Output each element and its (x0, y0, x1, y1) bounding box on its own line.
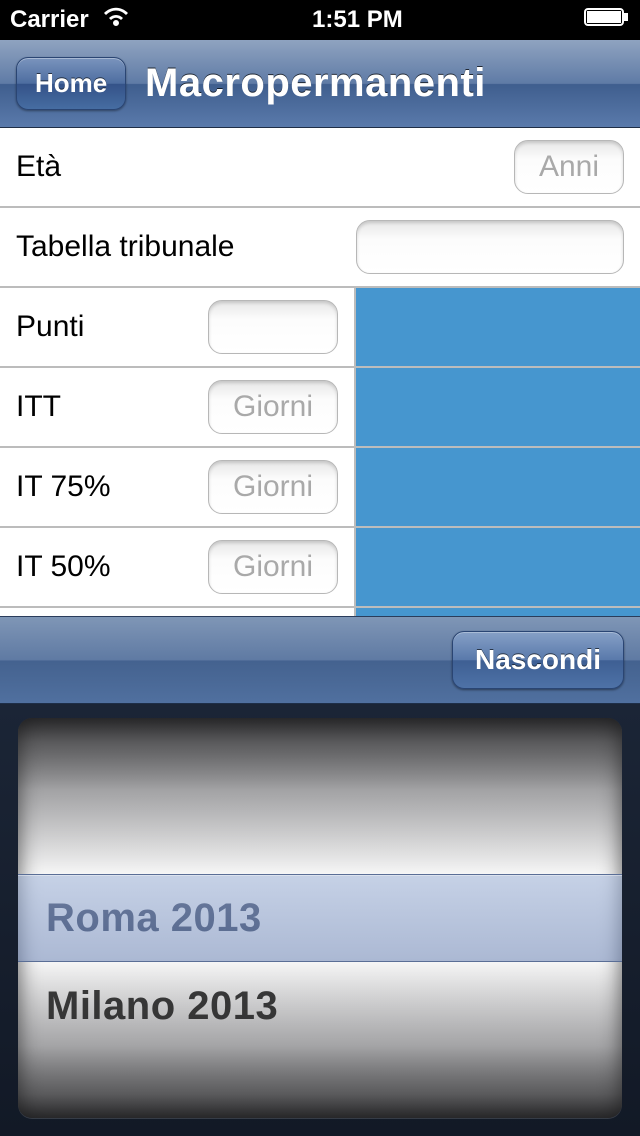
it50-result (354, 528, 640, 606)
nav-bar: Home Macropermanenti (0, 40, 640, 128)
punti-input[interactable] (208, 300, 338, 354)
tribunale-input[interactable] (356, 220, 624, 274)
itt-placeholder: Giorni (233, 390, 313, 424)
punti-result (354, 288, 640, 366)
battery-icon (584, 6, 630, 35)
picker-toolbar: Nascondi (0, 616, 640, 704)
row-it50: IT 50% Giorni (0, 528, 640, 608)
wifi-icon (101, 6, 131, 35)
row-itt: ITT Giorni (0, 368, 640, 448)
eta-label: Età (16, 150, 61, 184)
status-bar: Carrier 1:51 PM (0, 0, 640, 40)
it75-input[interactable]: Giorni (208, 460, 338, 514)
it50-input[interactable]: Giorni (208, 540, 338, 594)
itt-label: ITT (16, 390, 61, 424)
eta-input[interactable]: Anni (514, 140, 624, 194)
it50-placeholder: Giorni (233, 550, 313, 584)
hide-button[interactable]: Nascondi (452, 631, 624, 689)
content-area: Età Anni Tabella tribunale Punti ITT Gio… (0, 128, 640, 1136)
picker-frame: Roma 2013 Milano 2013 (0, 704, 640, 1136)
picker-option-selected[interactable]: Roma 2013 (18, 874, 622, 962)
picker-shade-top (18, 718, 622, 878)
eta-placeholder: Anni (539, 150, 599, 184)
row-eta: Età Anni (0, 128, 640, 208)
itt-result (354, 368, 640, 446)
carrier-label: Carrier (10, 6, 89, 34)
row-it75: IT 75% Giorni (0, 448, 640, 528)
row-punti: Punti (0, 288, 640, 368)
picker-wheel[interactable]: Roma 2013 Milano 2013 (18, 718, 622, 1118)
it75-label: IT 75% (16, 470, 111, 504)
it75-result (354, 448, 640, 526)
it75-placeholder: Giorni (233, 470, 313, 504)
status-left: Carrier (10, 6, 131, 35)
tribunale-label: Tabella tribunale (16, 230, 234, 264)
punti-label: Punti (16, 310, 84, 344)
clock: 1:51 PM (131, 6, 584, 34)
row-tribunale: Tabella tribunale (0, 208, 640, 288)
it50-label: IT 50% (16, 550, 111, 584)
page-title: Macropermanenti (145, 61, 486, 106)
home-button[interactable]: Home (16, 57, 126, 110)
itt-input[interactable]: Giorni (208, 380, 338, 434)
status-right (584, 6, 630, 35)
picker-option[interactable]: Milano 2013 (18, 962, 622, 1050)
